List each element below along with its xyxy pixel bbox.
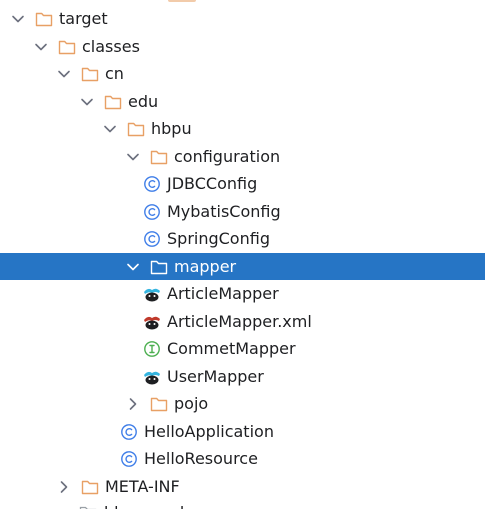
project-tree[interactable]: target classes cn edu hbpu configuration JDBCC… bbox=[0, 5, 485, 500]
tree-item-articlemapper-xml[interactable]: ArticleMapper.xml bbox=[0, 308, 485, 336]
tree-item-meta-inf[interactable]: META-INF bbox=[0, 473, 485, 501]
class-icon bbox=[142, 202, 162, 222]
chevron-down-icon[interactable] bbox=[54, 64, 74, 84]
tree-item-hbpu[interactable]: hbpu bbox=[0, 115, 485, 143]
tree-item-configuration[interactable]: configuration bbox=[0, 143, 485, 171]
tree-item-label: META-INF bbox=[105, 476, 180, 496]
mybatis-mapper-icon bbox=[142, 367, 162, 387]
tree-item-label: classes bbox=[82, 36, 140, 56]
folder-icon bbox=[57, 37, 77, 57]
tree-item-label: cn bbox=[105, 64, 124, 83]
tree-item-label: CommetMapper bbox=[167, 339, 296, 358]
next-row-clipped: hbpu-work bbox=[0, 501, 485, 509]
folder-icon bbox=[78, 503, 98, 509]
chevron-down-icon[interactable] bbox=[123, 147, 143, 167]
class-icon bbox=[119, 449, 139, 469]
tree-item-mapper[interactable]: mapper bbox=[0, 252, 485, 280]
tree-item-helloresource[interactable]: HelloResource bbox=[0, 445, 485, 473]
tree-item-mybatisconfig[interactable]: MybatisConfig bbox=[0, 198, 485, 226]
clipped-icon-fragment bbox=[168, 0, 196, 2]
interface-icon bbox=[142, 339, 162, 359]
tree-item-label: JDBCConfig bbox=[167, 174, 258, 193]
folder-icon bbox=[80, 477, 100, 497]
tree-item-edu[interactable]: edu bbox=[0, 88, 485, 116]
class-icon bbox=[119, 422, 139, 442]
folder-icon bbox=[149, 147, 169, 167]
class-icon bbox=[142, 229, 162, 249]
chevron-right-icon[interactable] bbox=[54, 477, 74, 497]
tree-item-label: target bbox=[59, 9, 108, 28]
tree-item-cn[interactable]: cn bbox=[0, 60, 485, 88]
tree-item-label: configuration bbox=[174, 146, 281, 166]
tree-item-label: MybatisConfig bbox=[167, 201, 281, 221]
folder-icon bbox=[80, 64, 100, 84]
mybatis-xml-icon bbox=[142, 312, 162, 332]
tree-item-pojo[interactable]: pojo bbox=[0, 390, 485, 418]
chevron-down-icon[interactable] bbox=[31, 37, 51, 57]
tree-item-label: pojo bbox=[174, 394, 209, 413]
folder-icon bbox=[149, 257, 169, 277]
folder-icon bbox=[126, 119, 146, 139]
tree-item-articlemapper[interactable]: ArticleMapper bbox=[0, 280, 485, 308]
tree-item-springconfig[interactable]: SpringConfig bbox=[0, 225, 485, 253]
tree-item-label: SpringConfig bbox=[167, 229, 270, 248]
tree-item-label: hbpu-work bbox=[104, 502, 189, 509]
folder-icon bbox=[34, 9, 54, 29]
chevron-down-icon[interactable] bbox=[8, 9, 28, 29]
chevron-down-icon[interactable] bbox=[77, 92, 97, 112]
tree-item-commetmapper[interactable]: CommetMapper bbox=[0, 335, 485, 363]
tree-item-label: ArticleMapper.xml bbox=[167, 311, 312, 331]
class-icon bbox=[142, 174, 162, 194]
folder-icon bbox=[103, 92, 123, 112]
tree-item-jdbcconfig[interactable]: JDBCConfig bbox=[0, 170, 485, 198]
tree-item-label: edu bbox=[128, 91, 159, 111]
tree-item-label: HelloResource bbox=[144, 449, 258, 468]
folder-icon bbox=[149, 394, 169, 414]
mybatis-mapper-icon bbox=[142, 284, 162, 304]
tree-item-label: UserMapper bbox=[167, 366, 264, 386]
tree-item-target[interactable]: target bbox=[0, 5, 485, 33]
tree-item-usermapper[interactable]: UserMapper bbox=[0, 363, 485, 391]
tree-item-label: ArticleMapper bbox=[167, 284, 279, 303]
tree-item-helloapplication[interactable]: HelloApplication bbox=[0, 418, 485, 446]
chevron-down-icon[interactable] bbox=[123, 257, 143, 277]
tree-item-label: HelloApplication bbox=[144, 421, 274, 441]
chevron-right-icon[interactable] bbox=[123, 394, 143, 414]
tree-item-classes[interactable]: classes bbox=[0, 33, 485, 61]
chevron-down-icon[interactable] bbox=[100, 119, 120, 139]
tree-item-label: mapper bbox=[174, 256, 237, 276]
tree-item-label: hbpu bbox=[151, 119, 192, 138]
